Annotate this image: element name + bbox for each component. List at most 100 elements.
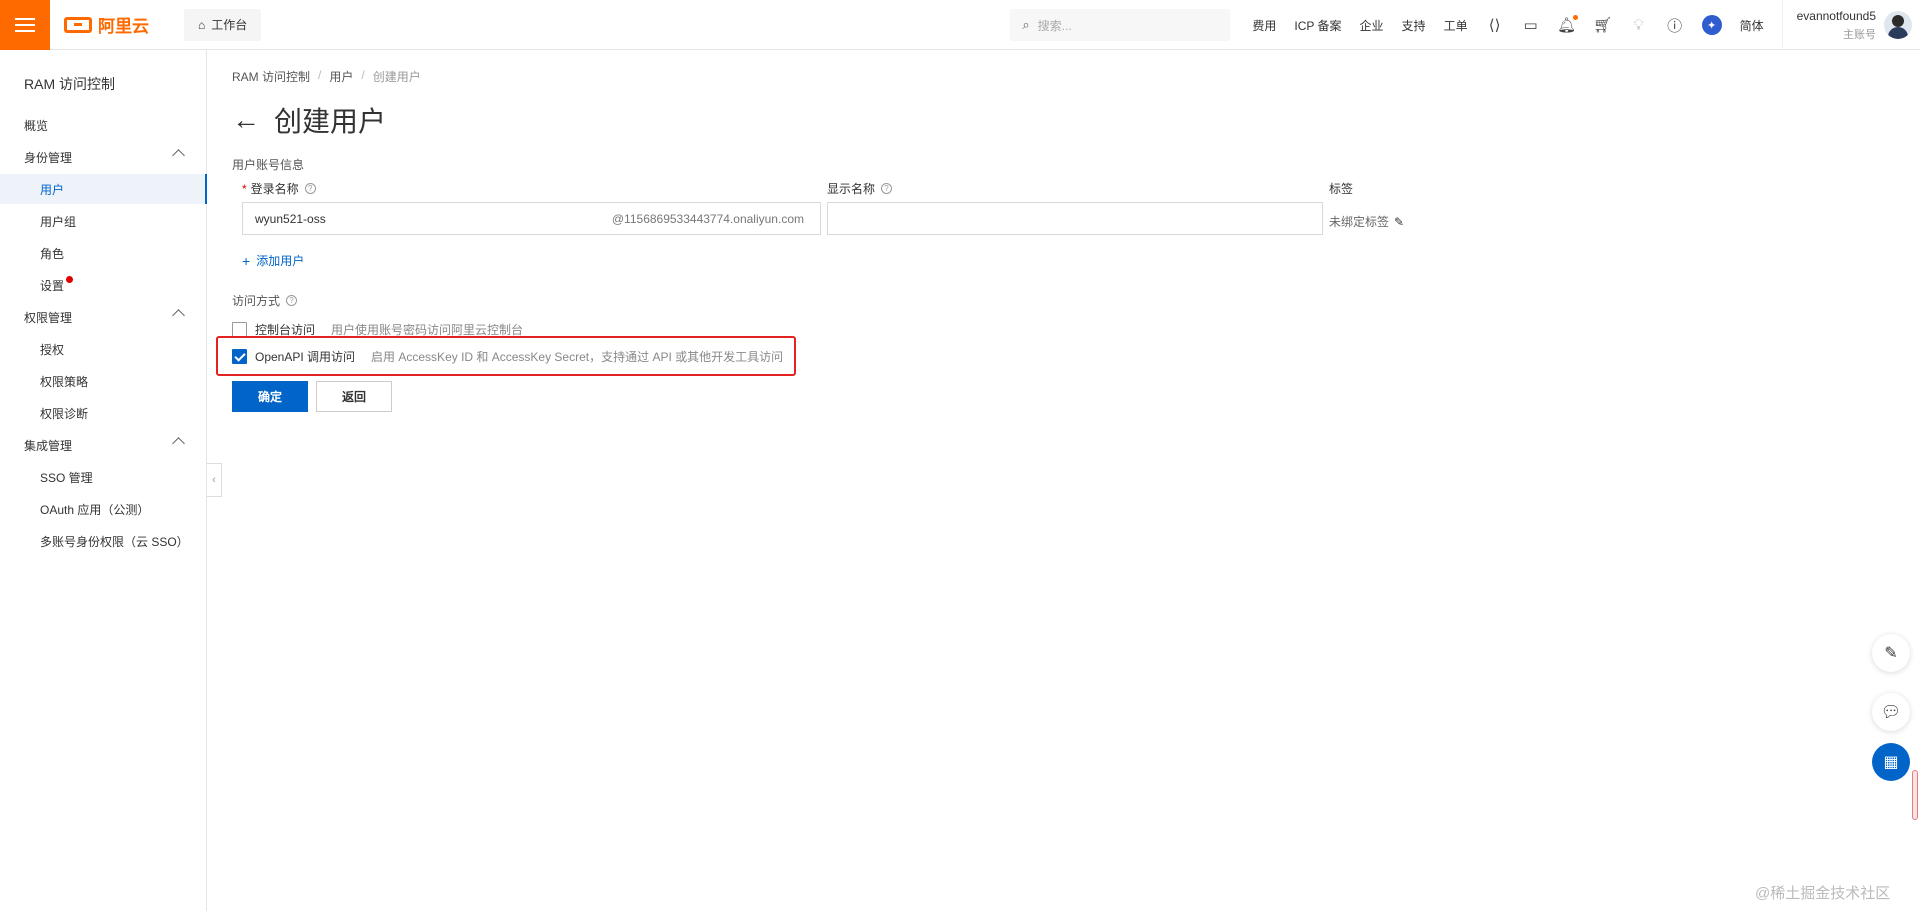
access-mode-label: 访问方式 ?: [232, 292, 298, 309]
help-icon[interactable]: ⓘ: [1666, 16, 1684, 35]
sidebar-item-user-groups[interactable]: 用户组: [0, 206, 207, 236]
nav-billing[interactable]: 费用: [1252, 17, 1276, 34]
login-name-input[interactable]: wyun521-oss @1156869533443774.onaliyun.c…: [242, 202, 821, 235]
page-title: 创建用户: [274, 106, 387, 137]
sidebar-item-grants[interactable]: 授权: [0, 334, 207, 364]
login-name-label: * 登录名称 ?: [242, 180, 316, 197]
apps-grid-icon: ▦: [1883, 754, 1899, 771]
sidebar-item-label: 角色: [40, 246, 65, 261]
help-icon[interactable]: ?: [304, 183, 316, 194]
cart-icon[interactable]: 🛒︎: [1593, 16, 1612, 34]
sidebar-item-label: 授权: [40, 342, 65, 357]
breadcrumb-current: 创建用户: [372, 70, 421, 84]
nav-ticket[interactable]: 工单: [1444, 17, 1468, 34]
sidebar-item-roles[interactable]: 角色: [0, 238, 207, 268]
confirm-button[interactable]: 确定: [232, 381, 308, 412]
chevron-up-icon: [172, 437, 185, 450]
sidebar-title: RAM 访问控制: [24, 76, 115, 92]
section-account-label: 用户账号信息: [232, 158, 305, 172]
search-input[interactable]: ⌕ 搜索...: [1010, 9, 1231, 41]
annotation-highlight-box: [216, 336, 796, 376]
notification-dot: [1572, 15, 1578, 20]
sidebar-item-label: 多账号身份权限（云 SSO）: [40, 534, 189, 549]
terminal-icon[interactable]: ▭: [1522, 16, 1540, 34]
sidebar-item-overview[interactable]: 概览: [0, 110, 207, 140]
sidebar-item-label: 权限诊断: [40, 406, 89, 421]
scroll-indicator[interactable]: [1912, 770, 1918, 820]
add-user-label: 添加用户: [256, 254, 305, 268]
chat-icon: 💬︎: [1880, 704, 1902, 721]
tag-value: 未绑定标签: [1329, 215, 1390, 229]
edit-icon: ✎: [1884, 645, 1898, 662]
sidebar-item-label: OAuth 应用（公测）: [40, 502, 150, 517]
alert-dot: [66, 275, 74, 283]
back-arrow-icon[interactable]: ←: [232, 106, 260, 134]
aliyun-logo[interactable]: 阿里云: [64, 12, 174, 37]
display-name-label: 显示名称 ?: [827, 180, 893, 197]
sidebar-item-label: 集成管理: [24, 438, 73, 453]
top-bar: 阿里云 ⌂ 工作台 ⌕ 搜索... 费用 ICP 备案 企业 支持 工单 ⟨⟩ …: [0, 0, 1920, 50]
chat-button[interactable]: 💬︎: [1872, 693, 1910, 731]
nav-enterprise[interactable]: 企业: [1360, 17, 1384, 34]
breadcrumb-users[interactable]: 用户: [329, 68, 353, 85]
sidebar-item-label: 身份管理: [24, 150, 73, 165]
aliyun-logo-icon: [64, 16, 92, 33]
main-content: RAM 访问控制 / 用户 / 创建用户 ← 创建用户 用户账号信息 * 登录名…: [208, 50, 1920, 911]
cloudshell-code-icon[interactable]: ⟨⟩: [1486, 16, 1504, 34]
required-mark: *: [242, 181, 247, 196]
sidebar-item-label: 权限策略: [40, 374, 89, 389]
help-icon[interactable]: ?: [881, 183, 893, 194]
lightbulb-icon[interactable]: 💡︎: [1630, 16, 1648, 34]
sidebar-item-label: 概览: [24, 118, 49, 133]
sidebar-item-cloud-sso[interactable]: 多账号身份权限（云 SSO）: [0, 526, 207, 556]
search-icon: ⌕: [1022, 17, 1030, 32]
sidebar-group-permissions[interactable]: 权限管理: [0, 302, 207, 332]
sidebar-item-policies[interactable]: 权限策略: [0, 366, 207, 396]
chevron-up-icon: [172, 309, 185, 322]
tag-label: 标签: [1329, 180, 1353, 197]
sidebar-item-label: SSO 管理: [40, 470, 93, 485]
nav-icp[interactable]: ICP 备案: [1294, 17, 1341, 34]
user-menu[interactable]: evannotfound5 主账号: [1781, 0, 1920, 50]
sidebar-item-label: 用户组: [40, 214, 77, 229]
feedback-edit-button[interactable]: ✎: [1872, 634, 1910, 672]
back-button[interactable]: 返回: [316, 381, 392, 412]
sidebar-item-oauth[interactable]: OAuth 应用（公测）: [0, 494, 207, 524]
sidebar-item-label: 设置: [40, 278, 65, 293]
watermark: @稀土掘金技术社区: [1755, 885, 1891, 902]
sidebar-group-identity[interactable]: 身份管理: [0, 142, 207, 172]
sidebar: RAM 访问控制 概览 身份管理 用户 用户组 角色 设置 权限管理 授权 权限…: [0, 50, 207, 911]
plus-icon: +: [242, 252, 251, 269]
workbench-button[interactable]: ⌂ 工作台: [184, 8, 262, 41]
sidebar-item-label: 用户: [40, 182, 65, 197]
menu-button[interactable]: [0, 0, 50, 50]
nav-support[interactable]: 支持: [1402, 17, 1426, 34]
sidebar-item-users[interactable]: 用户: [0, 174, 207, 204]
access-mode-label-text: 访问方式: [232, 294, 281, 308]
avatar[interactable]: [1884, 11, 1912, 39]
tag-field: 未绑定标签 ✎: [1329, 213, 1404, 230]
sidebar-item-settings[interactable]: 设置: [0, 270, 207, 300]
display-name-input[interactable]: [827, 202, 1323, 235]
tag-label-text: 标签: [1329, 182, 1354, 196]
breadcrumb-ram[interactable]: RAM 访问控制: [232, 68, 310, 85]
apps-button[interactable]: ▦: [1872, 743, 1910, 781]
help-icon[interactable]: ?: [286, 295, 298, 306]
sidebar-group-integration[interactable]: 集成管理: [0, 430, 207, 460]
bell-icon[interactable]: 🔔︎: [1557, 15, 1578, 34]
breadcrumb: RAM 访问控制 / 用户 / 创建用户: [232, 68, 421, 85]
add-user-button[interactable]: + 添加用户: [242, 252, 304, 269]
sidebar-item-sso[interactable]: SSO 管理: [0, 462, 207, 492]
console-access-checkbox[interactable]: [232, 322, 247, 337]
page-header: ← 创建用户: [232, 100, 386, 140]
language-switch[interactable]: 简体: [1740, 17, 1764, 34]
user-role: 主账号: [1843, 28, 1876, 41]
workbench-label: 工作台: [211, 18, 248, 32]
login-name-value: wyun521-oss: [255, 211, 326, 226]
edit-pencil-icon[interactable]: ✎: [1394, 215, 1404, 229]
search-placeholder: 搜索...: [1037, 18, 1072, 33]
ai-assistant-icon[interactable]: ✦: [1701, 15, 1722, 35]
hamburger-icon: [15, 17, 35, 32]
sidebar-item-diagnosis[interactable]: 权限诊断: [0, 398, 207, 428]
brand-name: 阿里云: [98, 17, 149, 36]
